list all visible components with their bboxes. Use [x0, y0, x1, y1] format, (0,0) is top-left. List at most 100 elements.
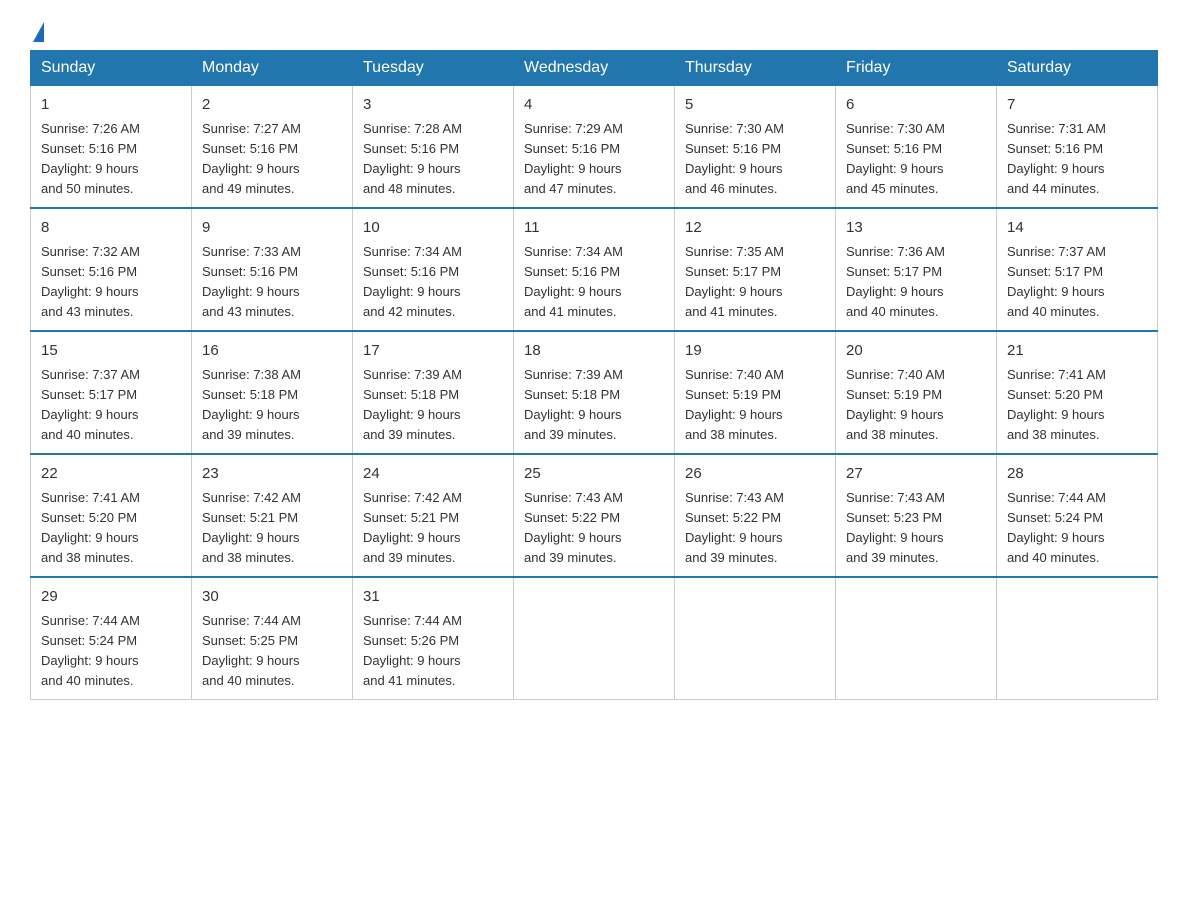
day-number: 8	[41, 217, 181, 240]
day-info: Sunrise: 7:44 AMSunset: 5:24 PMDaylight:…	[1007, 488, 1147, 569]
day-number: 27	[846, 463, 986, 486]
calendar-cell: 18Sunrise: 7:39 AMSunset: 5:18 PMDayligh…	[514, 331, 675, 454]
day-info: Sunrise: 7:34 AMSunset: 5:16 PMDaylight:…	[524, 242, 664, 323]
day-info: Sunrise: 7:40 AMSunset: 5:19 PMDaylight:…	[685, 365, 825, 446]
calendar-cell: 26Sunrise: 7:43 AMSunset: 5:22 PMDayligh…	[675, 454, 836, 577]
page-header	[30, 20, 1158, 40]
calendar-cell: 30Sunrise: 7:44 AMSunset: 5:25 PMDayligh…	[192, 577, 353, 700]
weekday-header-friday: Friday	[836, 51, 997, 86]
day-info: Sunrise: 7:42 AMSunset: 5:21 PMDaylight:…	[202, 488, 342, 569]
week-row-4: 22Sunrise: 7:41 AMSunset: 5:20 PMDayligh…	[31, 454, 1158, 577]
calendar-cell: 13Sunrise: 7:36 AMSunset: 5:17 PMDayligh…	[836, 208, 997, 331]
day-info: Sunrise: 7:44 AMSunset: 5:24 PMDaylight:…	[41, 611, 181, 692]
calendar-cell	[836, 577, 997, 700]
day-number: 31	[363, 586, 503, 609]
calendar-cell	[675, 577, 836, 700]
calendar-cell: 24Sunrise: 7:42 AMSunset: 5:21 PMDayligh…	[353, 454, 514, 577]
calendar-cell: 15Sunrise: 7:37 AMSunset: 5:17 PMDayligh…	[31, 331, 192, 454]
day-number: 2	[202, 94, 342, 117]
day-number: 28	[1007, 463, 1147, 486]
day-info: Sunrise: 7:35 AMSunset: 5:17 PMDaylight:…	[685, 242, 825, 323]
day-number: 9	[202, 217, 342, 240]
day-number: 30	[202, 586, 342, 609]
day-number: 13	[846, 217, 986, 240]
calendar-cell: 27Sunrise: 7:43 AMSunset: 5:23 PMDayligh…	[836, 454, 997, 577]
day-number: 22	[41, 463, 181, 486]
week-row-5: 29Sunrise: 7:44 AMSunset: 5:24 PMDayligh…	[31, 577, 1158, 700]
calendar-cell: 6Sunrise: 7:30 AMSunset: 5:16 PMDaylight…	[836, 86, 997, 209]
day-info: Sunrise: 7:44 AMSunset: 5:26 PMDaylight:…	[363, 611, 503, 692]
calendar-cell: 1Sunrise: 7:26 AMSunset: 5:16 PMDaylight…	[31, 86, 192, 209]
day-info: Sunrise: 7:39 AMSunset: 5:18 PMDaylight:…	[524, 365, 664, 446]
day-info: Sunrise: 7:39 AMSunset: 5:18 PMDaylight:…	[363, 365, 503, 446]
day-info: Sunrise: 7:43 AMSunset: 5:23 PMDaylight:…	[846, 488, 986, 569]
calendar-cell: 11Sunrise: 7:34 AMSunset: 5:16 PMDayligh…	[514, 208, 675, 331]
day-number: 6	[846, 94, 986, 117]
week-row-2: 8Sunrise: 7:32 AMSunset: 5:16 PMDaylight…	[31, 208, 1158, 331]
day-number: 23	[202, 463, 342, 486]
day-info: Sunrise: 7:44 AMSunset: 5:25 PMDaylight:…	[202, 611, 342, 692]
day-number: 17	[363, 340, 503, 363]
day-number: 7	[1007, 94, 1147, 117]
calendar-cell: 12Sunrise: 7:35 AMSunset: 5:17 PMDayligh…	[675, 208, 836, 331]
logo-triangle-icon	[33, 22, 44, 42]
day-info: Sunrise: 7:43 AMSunset: 5:22 PMDaylight:…	[524, 488, 664, 569]
calendar-cell	[997, 577, 1158, 700]
week-row-3: 15Sunrise: 7:37 AMSunset: 5:17 PMDayligh…	[31, 331, 1158, 454]
calendar-cell: 4Sunrise: 7:29 AMSunset: 5:16 PMDaylight…	[514, 86, 675, 209]
calendar-cell	[514, 577, 675, 700]
logo	[30, 20, 44, 40]
day-number: 15	[41, 340, 181, 363]
calendar-cell: 19Sunrise: 7:40 AMSunset: 5:19 PMDayligh…	[675, 331, 836, 454]
calendar-cell: 3Sunrise: 7:28 AMSunset: 5:16 PMDaylight…	[353, 86, 514, 209]
day-number: 12	[685, 217, 825, 240]
day-info: Sunrise: 7:42 AMSunset: 5:21 PMDaylight:…	[363, 488, 503, 569]
calendar-cell: 25Sunrise: 7:43 AMSunset: 5:22 PMDayligh…	[514, 454, 675, 577]
day-info: Sunrise: 7:27 AMSunset: 5:16 PMDaylight:…	[202, 119, 342, 200]
day-info: Sunrise: 7:37 AMSunset: 5:17 PMDaylight:…	[41, 365, 181, 446]
calendar-cell: 21Sunrise: 7:41 AMSunset: 5:20 PMDayligh…	[997, 331, 1158, 454]
day-info: Sunrise: 7:33 AMSunset: 5:16 PMDaylight:…	[202, 242, 342, 323]
calendar-cell: 17Sunrise: 7:39 AMSunset: 5:18 PMDayligh…	[353, 331, 514, 454]
day-info: Sunrise: 7:29 AMSunset: 5:16 PMDaylight:…	[524, 119, 664, 200]
day-number: 4	[524, 94, 664, 117]
day-info: Sunrise: 7:43 AMSunset: 5:22 PMDaylight:…	[685, 488, 825, 569]
day-info: Sunrise: 7:30 AMSunset: 5:16 PMDaylight:…	[846, 119, 986, 200]
weekday-header-wednesday: Wednesday	[514, 51, 675, 86]
day-number: 29	[41, 586, 181, 609]
calendar-cell: 29Sunrise: 7:44 AMSunset: 5:24 PMDayligh…	[31, 577, 192, 700]
weekday-header-thursday: Thursday	[675, 51, 836, 86]
day-info: Sunrise: 7:37 AMSunset: 5:17 PMDaylight:…	[1007, 242, 1147, 323]
weekday-header-monday: Monday	[192, 51, 353, 86]
calendar-cell: 23Sunrise: 7:42 AMSunset: 5:21 PMDayligh…	[192, 454, 353, 577]
day-info: Sunrise: 7:32 AMSunset: 5:16 PMDaylight:…	[41, 242, 181, 323]
day-info: Sunrise: 7:41 AMSunset: 5:20 PMDaylight:…	[41, 488, 181, 569]
calendar-cell: 7Sunrise: 7:31 AMSunset: 5:16 PMDaylight…	[997, 86, 1158, 209]
day-number: 20	[846, 340, 986, 363]
day-info: Sunrise: 7:41 AMSunset: 5:20 PMDaylight:…	[1007, 365, 1147, 446]
day-number: 25	[524, 463, 664, 486]
calendar-cell: 2Sunrise: 7:27 AMSunset: 5:16 PMDaylight…	[192, 86, 353, 209]
day-info: Sunrise: 7:38 AMSunset: 5:18 PMDaylight:…	[202, 365, 342, 446]
day-number: 11	[524, 217, 664, 240]
day-info: Sunrise: 7:34 AMSunset: 5:16 PMDaylight:…	[363, 242, 503, 323]
day-info: Sunrise: 7:31 AMSunset: 5:16 PMDaylight:…	[1007, 119, 1147, 200]
calendar-cell: 28Sunrise: 7:44 AMSunset: 5:24 PMDayligh…	[997, 454, 1158, 577]
weekday-header-sunday: Sunday	[31, 51, 192, 86]
calendar-cell: 14Sunrise: 7:37 AMSunset: 5:17 PMDayligh…	[997, 208, 1158, 331]
weekday-header-row: SundayMondayTuesdayWednesdayThursdayFrid…	[31, 51, 1158, 86]
weekday-header-tuesday: Tuesday	[353, 51, 514, 86]
calendar-cell: 16Sunrise: 7:38 AMSunset: 5:18 PMDayligh…	[192, 331, 353, 454]
calendar-cell: 8Sunrise: 7:32 AMSunset: 5:16 PMDaylight…	[31, 208, 192, 331]
calendar-cell: 5Sunrise: 7:30 AMSunset: 5:16 PMDaylight…	[675, 86, 836, 209]
day-number: 3	[363, 94, 503, 117]
day-number: 19	[685, 340, 825, 363]
week-row-1: 1Sunrise: 7:26 AMSunset: 5:16 PMDaylight…	[31, 86, 1158, 209]
calendar-table: SundayMondayTuesdayWednesdayThursdayFrid…	[30, 50, 1158, 700]
day-info: Sunrise: 7:26 AMSunset: 5:16 PMDaylight:…	[41, 119, 181, 200]
day-number: 10	[363, 217, 503, 240]
day-number: 1	[41, 94, 181, 117]
calendar-cell: 20Sunrise: 7:40 AMSunset: 5:19 PMDayligh…	[836, 331, 997, 454]
day-number: 24	[363, 463, 503, 486]
day-number: 26	[685, 463, 825, 486]
